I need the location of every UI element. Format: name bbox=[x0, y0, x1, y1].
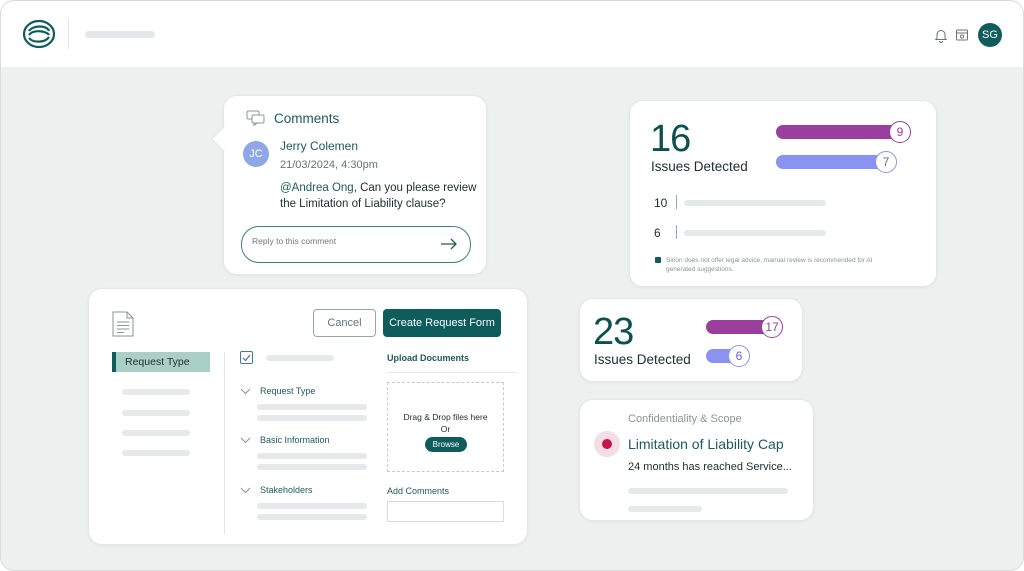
file-drop-zone[interactable]: Drag & Drop files here Or Browse bbox=[387, 382, 504, 472]
chevron-down-icon[interactable] bbox=[240, 437, 251, 444]
text-placeholder bbox=[628, 488, 788, 494]
sidebar-item-placeholder[interactable] bbox=[122, 450, 190, 456]
issue-row-count: 6 bbox=[654, 226, 661, 240]
row-placeholder bbox=[684, 200, 826, 206]
commenter-avatar: JC bbox=[243, 141, 269, 167]
ai-disclaimer: Sirion does not offer legal advice, manu… bbox=[666, 257, 873, 273]
reply-input[interactable] bbox=[252, 236, 432, 246]
issue-bubble-high: 9 bbox=[889, 121, 911, 143]
issue-row-count: 10 bbox=[654, 196, 668, 210]
browse-button[interactable]: Browse bbox=[425, 437, 467, 452]
field-placeholder bbox=[257, 415, 367, 421]
comments-title: Comments bbox=[274, 111, 340, 126]
row-marker bbox=[676, 225, 677, 239]
app-window: SG Comments JC Jerry Colemen 21/03/2024,… bbox=[0, 0, 1024, 571]
header-divider bbox=[68, 19, 69, 49]
top-bar: SG bbox=[1, 1, 1023, 67]
issues-summary-card: 16 Issues Detected 9 7 10 6 Sirion does … bbox=[629, 100, 937, 287]
issue-bubble-medium: 7 bbox=[875, 151, 897, 173]
field-placeholder bbox=[257, 514, 367, 520]
field-placeholder bbox=[257, 503, 367, 509]
create-request-form-button[interactable]: Create Request Form bbox=[383, 309, 501, 337]
upload-divider bbox=[387, 372, 517, 373]
clause-card[interactable]: Confidentiality & Scope Limitation of Li… bbox=[579, 399, 814, 521]
chevron-down-icon[interactable] bbox=[240, 388, 251, 395]
app-logo-icon[interactable] bbox=[23, 19, 55, 49]
risk-indicator-icon bbox=[594, 431, 620, 457]
sidebar-item-placeholder[interactable] bbox=[122, 389, 190, 395]
document-icon bbox=[112, 311, 134, 337]
checkmark-icon bbox=[242, 354, 251, 361]
sidebar-item-placeholder[interactable] bbox=[122, 430, 190, 436]
clause-description: 24 months has reached Service... bbox=[628, 461, 792, 473]
column-divider bbox=[224, 352, 225, 534]
drop-or-text: Or bbox=[440, 424, 451, 434]
comment-date: 21/03/2024, 4:30pm bbox=[280, 159, 378, 171]
bell-icon[interactable] bbox=[933, 27, 949, 43]
section-stakeholders[interactable]: Stakeholders bbox=[260, 485, 313, 495]
issue-bar-medium bbox=[776, 155, 888, 169]
comments-card: Comments JC Jerry Colemen 21/03/2024, 4:… bbox=[211, 95, 487, 275]
cancel-button[interactable]: Cancel bbox=[313, 309, 376, 337]
issues-count: 23 bbox=[593, 311, 634, 353]
user-avatar[interactable]: SG bbox=[978, 23, 1002, 47]
inbox-icon[interactable] bbox=[954, 27, 970, 43]
section-basic-information[interactable]: Basic Information bbox=[260, 435, 330, 445]
clause-category: Confidentiality & Scope bbox=[628, 413, 742, 425]
comment-mention[interactable]: @Andrea Ong bbox=[280, 182, 354, 194]
field-placeholder bbox=[257, 404, 367, 410]
row-placeholder bbox=[684, 230, 826, 236]
issue-bubble-medium: 6 bbox=[728, 345, 750, 367]
issue-bubble-high: 17 bbox=[761, 316, 783, 338]
reply-box[interactable] bbox=[241, 226, 471, 263]
field-placeholder bbox=[257, 453, 367, 459]
sidebar-item-request-type[interactable]: Request Type bbox=[112, 352, 210, 372]
sidebar-item-placeholder[interactable] bbox=[122, 410, 190, 416]
text-placeholder bbox=[266, 355, 334, 361]
add-comments-input[interactable] bbox=[387, 501, 504, 522]
comment-pointer bbox=[211, 126, 237, 152]
request-form-card: Cancel Create Request Form Request Type … bbox=[88, 288, 528, 545]
text-placeholder bbox=[628, 506, 702, 512]
info-icon bbox=[655, 257, 661, 263]
comments-icon bbox=[246, 110, 265, 126]
comment-author[interactable]: Jerry Colemen bbox=[280, 139, 358, 153]
send-arrow-icon[interactable] bbox=[440, 238, 458, 250]
clause-title[interactable]: Limitation of Liability Cap bbox=[628, 436, 784, 452]
add-comments-label: Add Comments bbox=[387, 486, 450, 496]
comment-body: @Andrea Ong, Can you please review the L… bbox=[280, 180, 480, 212]
issues-summary-card-secondary: 23 Issues Detected 17 6 bbox=[579, 298, 803, 382]
issue-bar-high bbox=[776, 125, 902, 139]
row-marker bbox=[676, 195, 677, 209]
field-placeholder bbox=[257, 464, 367, 470]
select-checkbox[interactable] bbox=[240, 351, 253, 364]
upload-documents-title: Upload Documents bbox=[387, 353, 470, 363]
page-title-placeholder bbox=[85, 31, 155, 38]
issues-label: Issues Detected bbox=[651, 159, 748, 174]
drop-instructions: Drag & Drop files here bbox=[403, 412, 488, 422]
issues-count: 16 bbox=[650, 118, 691, 160]
section-request-type[interactable]: Request Type bbox=[260, 386, 315, 396]
chevron-down-icon[interactable] bbox=[240, 487, 251, 494]
issues-label: Issues Detected bbox=[594, 352, 691, 367]
